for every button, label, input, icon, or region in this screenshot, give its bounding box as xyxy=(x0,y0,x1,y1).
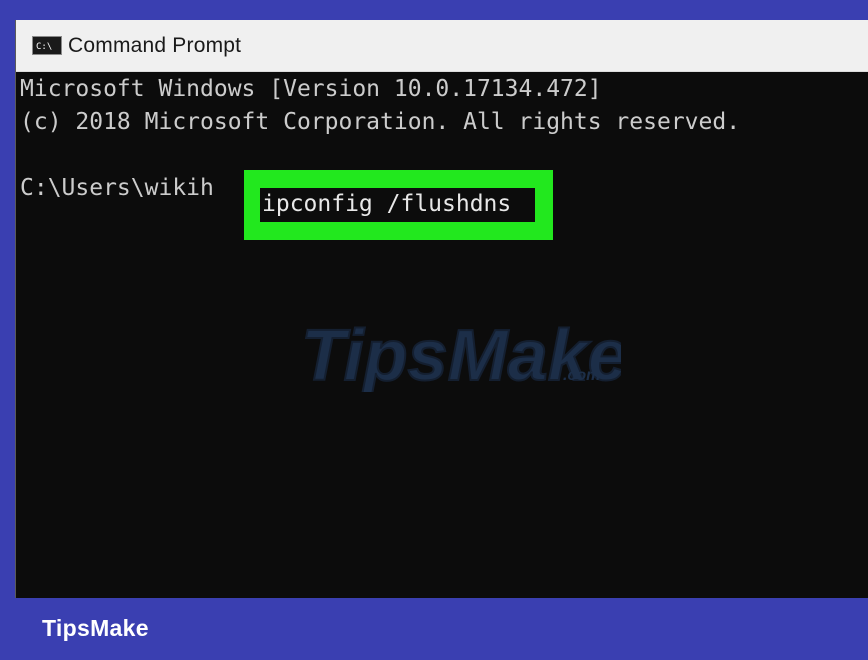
image-frame: C:\ Command Prompt Microsoft Windows [Ve… xyxy=(0,0,868,660)
console-line-copyright: (c) 2018 Microsoft Corporation. All righ… xyxy=(20,109,741,135)
footer-brand-bar: TipsMake xyxy=(0,598,868,660)
tipsmake-watermark-logo: TipsMake .com xyxy=(300,312,629,397)
cmd-console-icon: C:\ xyxy=(32,36,62,55)
svg-text:.com: .com xyxy=(563,367,600,384)
window-title: Command Prompt xyxy=(68,33,242,57)
console-line-version: Microsoft Windows [Version 10.0.17134.47… xyxy=(20,76,602,102)
command-prompt-window[interactable]: C:\ Command Prompt Microsoft Windows [Ve… xyxy=(15,20,868,598)
typed-command: ipconfig /flushdns xyxy=(262,191,512,217)
svg-text:C:\: C:\ xyxy=(36,42,52,51)
footer-brand-label: TipsMake xyxy=(42,615,149,641)
console-prompt: C:\Users\wikih xyxy=(20,175,214,201)
title-bar[interactable]: C:\ Command Prompt xyxy=(16,20,868,72)
